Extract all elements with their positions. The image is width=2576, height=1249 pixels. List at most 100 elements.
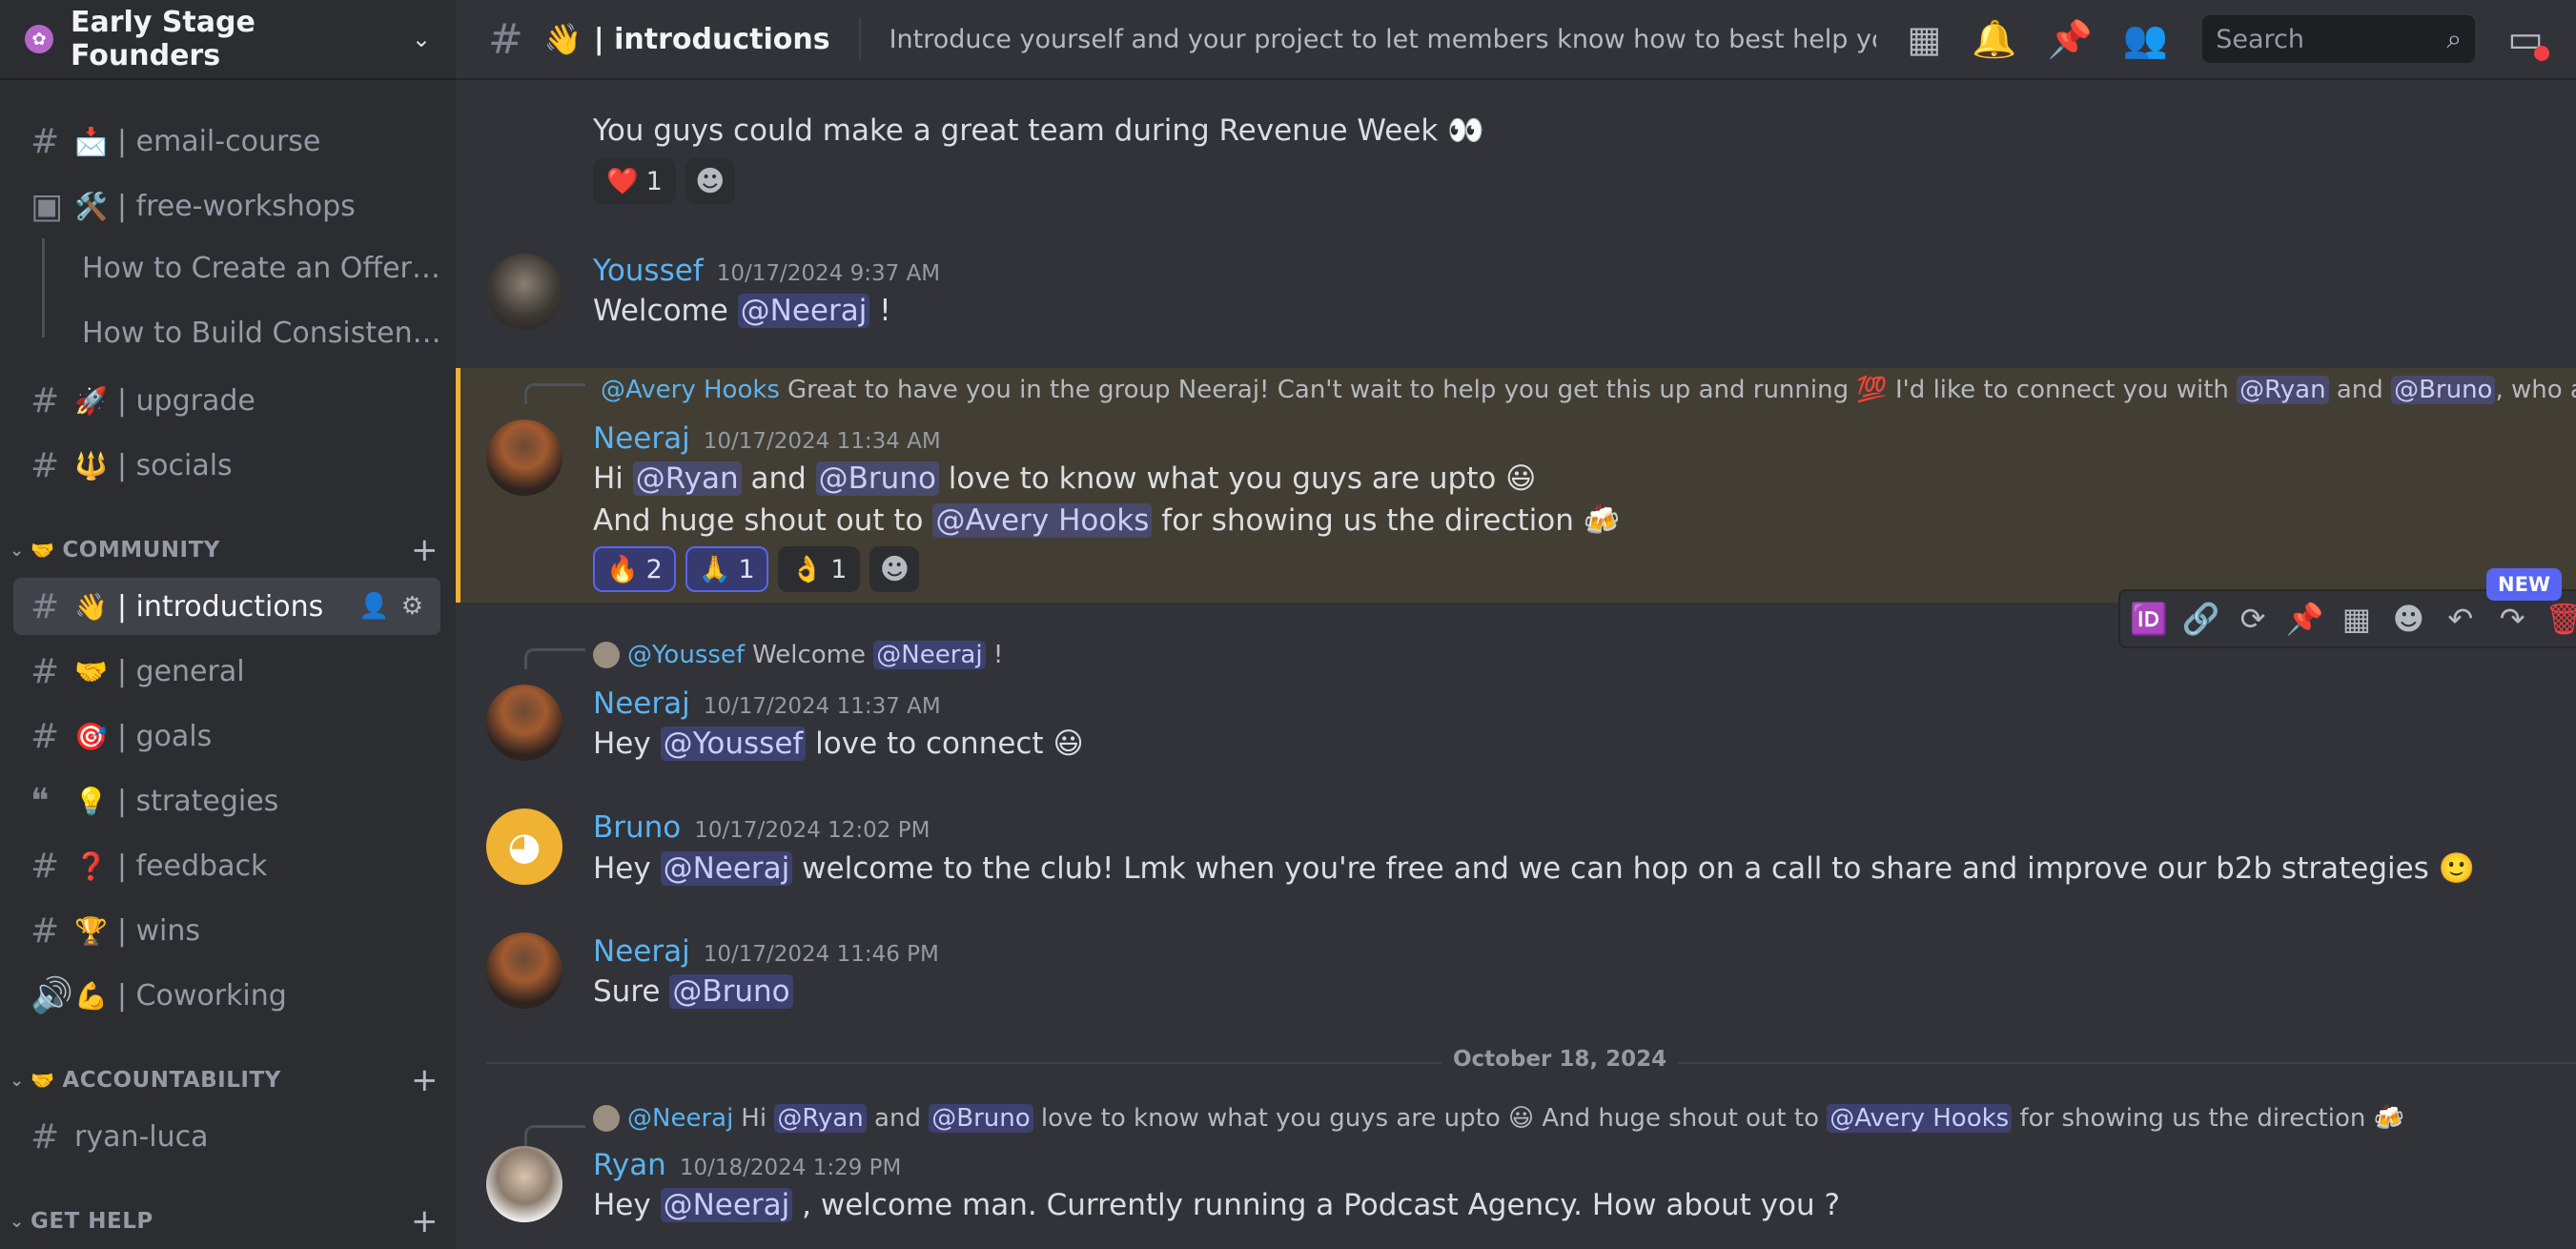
text-channel-icon: # [31,380,60,420]
author-name[interactable]: Ryan [593,1148,666,1182]
message-text: welcome to the club! Lmk when you're fre… [792,851,2476,886]
create-channel-icon[interactable]: + [411,1061,439,1099]
user-mention[interactable]: @Neeraj [660,1188,793,1222]
author-name[interactable]: Neeraj [593,421,690,456]
message-content: Hey @Youssef love to connect 😃 [593,727,1084,761]
user-mention[interactable]: @Youssef [660,727,807,761]
reaction-count: 2 [645,554,663,584]
copy-id-icon[interactable]: 🆔 [2130,601,2168,637]
reply-icon[interactable]: ↶ [2442,601,2480,637]
add-reaction-icon[interactable]: ☻ [685,158,735,204]
reaction-count: 1 [738,554,755,584]
category-emoji: 🤝 [31,539,55,562]
channel-label: ryan-luca [74,1119,209,1154]
reaction-ok-hand[interactable]: 👌 1 [777,546,861,592]
thread-item[interactable]: How to Create an Offer ... [82,252,444,285]
threads-icon[interactable]: ▦ [2338,601,2376,637]
user-mention[interactable]: @Neeraj [660,851,793,886]
channel-topic[interactable]: Introduce yourself and your project to l… [889,25,1877,54]
message-content: You guys could make a great team during … [593,113,1484,148]
create-channel-icon[interactable]: + [411,1202,439,1240]
reaction-pray[interactable]: 🙏 1 [685,546,768,592]
channel-upgrade[interactable]: # 🚀 | upgrade [13,372,440,429]
add-reaction-icon[interactable]: ☻ [2389,601,2427,637]
message-text: love to connect 😃 [806,727,1084,761]
chevron-down-icon[interactable]: ⌄ [412,26,431,52]
channel-strategies[interactable]: ❝ 💡 | strategies [13,772,440,829]
threads-icon[interactable]: ▦ [1907,18,1941,60]
reply-preview[interactable]: @Youssef Welcome @Neeraj ! [593,641,1003,669]
reply-author[interactable]: @Neeraj [627,1104,733,1133]
channel-label: | goals [116,719,213,753]
invite-icon[interactable]: 👤 [358,592,389,621]
text-channel-icon: # [31,445,60,485]
avatar[interactable] [486,420,562,496]
channel-feedback[interactable]: # ❓ | feedback [13,837,440,894]
user-mention[interactable]: @Ryan [2237,376,2329,404]
category-accountability[interactable]: ⌄ 🤝 ACCOUNTABILITY + [10,1061,439,1099]
reply-author[interactable]: @Avery Hooks [601,376,780,404]
create-channel-icon[interactable]: + [411,531,439,569]
reply-connector [524,1125,585,1146]
author-name[interactable]: Neeraj [593,686,690,721]
channel-goals[interactable]: # 🎯 | goals [13,707,440,765]
channel-free-workshops[interactable]: ▣ 🛠️ | free-workshops [13,177,440,235]
channel-sidebar: ✿ Early Stage Founders ⌄ # 📩 | email-cou… [0,0,456,1249]
search-input[interactable]: Search ⌕ [2202,15,2476,63]
trash-icon[interactable]: 🗑 [2545,601,2576,637]
channel-socials[interactable]: # 🔱 | socials [13,437,440,494]
avatar[interactable] [486,254,562,330]
link-icon[interactable]: 🔗 [2181,601,2220,637]
user-mention[interactable]: @Bruno [929,1104,1033,1133]
channel-emoji: 🚀 [74,384,108,417]
author-name[interactable]: Youssef [593,254,704,288]
member-list-icon[interactable]: 👥 [2123,18,2168,61]
channel-coworking[interactable]: 🔊 💪 | Coworking [13,967,440,1024]
reaction-heart[interactable]: ❤️ 1 [593,158,676,204]
reply-text: ! [985,641,1004,669]
channel-general[interactable]: # 🤝 | general [13,643,440,700]
server-header[interactable]: ✿ Early Stage Founders ⌄ [0,0,456,80]
text-channel-icon: # [31,1116,60,1157]
reaction-fire[interactable]: 🔥 2 [593,546,676,592]
inbox-icon[interactable]: ▭ [2507,17,2549,61]
category-get-help[interactable]: ⌄ GET HELP + [10,1202,439,1240]
user-mention[interactable]: @Bruno [815,461,939,496]
reply-text: , who are also ... [2495,376,2576,404]
user-mention[interactable]: @Neeraj [873,641,986,669]
channel-label: | upgrade [116,383,256,418]
avatar[interactable] [486,685,562,761]
gear-icon[interactable]: ⚙ [401,592,423,621]
user-mention[interactable]: @Neeraj [737,294,870,328]
user-mention[interactable]: @Ryan [632,461,742,496]
reply-preview[interactable]: @Neeraj Hi @Ryan and @Bruno love to know… [593,1104,2404,1133]
user-mention[interactable]: @Ryan [774,1104,867,1133]
add-reaction-icon[interactable]: ☻ [869,546,920,592]
reply-author[interactable]: @Youssef [627,641,745,669]
thread-item[interactable]: How to Build Consistent... [82,317,444,350]
channel-wins[interactable]: # 🏆 | wins [13,902,440,959]
create-thread-icon[interactable]: ⟳ [2234,601,2272,637]
pin-icon[interactable]: 📌 [2048,18,2093,61]
channel-ryan-luca[interactable]: # ryan-luca [13,1108,440,1165]
user-mention[interactable]: @Avery Hooks [932,503,1153,538]
message-text: and [741,461,816,496]
channel-email-course[interactable]: # 📩 | email-course [13,113,440,170]
user-mention[interactable]: @Bruno [669,974,793,1009]
avatar[interactable] [486,932,562,1009]
forum-channel-icon: ▣ [31,186,64,226]
timestamp: 10/17/2024 9:37 AM [716,261,941,286]
user-mention[interactable]: @Bruno [2391,376,2496,404]
author-name[interactable]: Bruno [593,810,681,845]
avatar[interactable] [486,1146,562,1222]
bell-icon[interactable]: 🔔 [1972,18,2016,61]
forward-icon[interactable]: ↷ [2493,601,2531,637]
pin-icon[interactable]: 📌 [2285,601,2324,637]
channel-introductions[interactable]: # 👋 | introductions 👤 ⚙ [13,578,440,635]
reaction-count: 1 [830,554,848,584]
author-name[interactable]: Neeraj [593,934,690,969]
avatar[interactable]: ◕ [486,809,562,885]
user-mention[interactable]: @Avery Hooks [1827,1104,2013,1133]
category-community[interactable]: ⌄ 🤝 COMMUNITY + [10,531,439,569]
reply-preview[interactable]: @Avery Hooks Great to have you in the gr… [593,376,2576,404]
